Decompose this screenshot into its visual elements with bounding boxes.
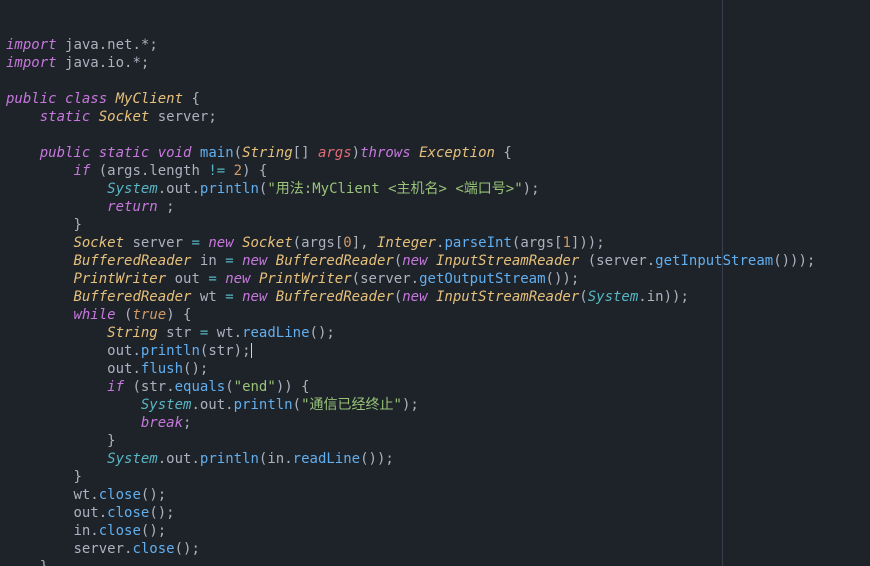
keyword-import: import bbox=[6, 37, 57, 53]
code-line: static Socket server; bbox=[6, 109, 217, 125]
code-line: in.close(); bbox=[6, 523, 166, 539]
code-line: server.close(); bbox=[6, 541, 200, 557]
code-line: out.flush(); bbox=[6, 361, 208, 377]
code-line: Socket server = new Socket(args[0], Inte… bbox=[6, 235, 605, 251]
code-line: public class MyClient { bbox=[6, 91, 200, 107]
code-line: import java.net.*; bbox=[6, 37, 158, 53]
code-line: } bbox=[6, 433, 116, 449]
code-line: System.out.println("通信已经终止"); bbox=[6, 397, 419, 413]
code-line: System.out.println("用法:MyClient <主机名> <端… bbox=[6, 181, 540, 197]
code-line: if (args.length != 2) { bbox=[6, 163, 267, 179]
code-line bbox=[6, 127, 14, 143]
code-area: import java.net.*; import java.io.*; pub… bbox=[0, 0, 823, 566]
code-line: import java.io.*; bbox=[6, 55, 149, 71]
code-line: BufferedReader in = new BufferedReader(n… bbox=[6, 253, 815, 269]
code-line: } bbox=[6, 217, 82, 233]
code-line: while (true) { bbox=[6, 307, 191, 323]
class-name: MyClient bbox=[116, 91, 183, 107]
code-line: public static void main(String[] args)th… bbox=[6, 145, 512, 161]
code-line: String str = wt.readLine(); bbox=[6, 325, 335, 341]
code-line: System.out.println(in.readLine()); bbox=[6, 451, 394, 467]
code-line: wt.close(); bbox=[6, 487, 166, 503]
code-line bbox=[6, 73, 14, 89]
code-line: return ; bbox=[6, 199, 175, 215]
code-editor: import java.net.*; import java.io.*; pub… bbox=[0, 0, 870, 566]
code-line: } bbox=[6, 469, 82, 485]
code-line: out.close(); bbox=[6, 505, 175, 521]
code-line: PrintWriter out = new PrintWriter(server… bbox=[6, 271, 579, 287]
text-cursor bbox=[251, 343, 252, 358]
code-line: out.println(str); bbox=[6, 343, 252, 359]
code-line: break; bbox=[6, 415, 191, 431]
code-line: } bbox=[6, 559, 48, 566]
code-line: BufferedReader wt = new BufferedReader(n… bbox=[6, 289, 689, 305]
code-line: if (str.equals("end")) { bbox=[6, 379, 310, 395]
ruler bbox=[722, 0, 723, 566]
